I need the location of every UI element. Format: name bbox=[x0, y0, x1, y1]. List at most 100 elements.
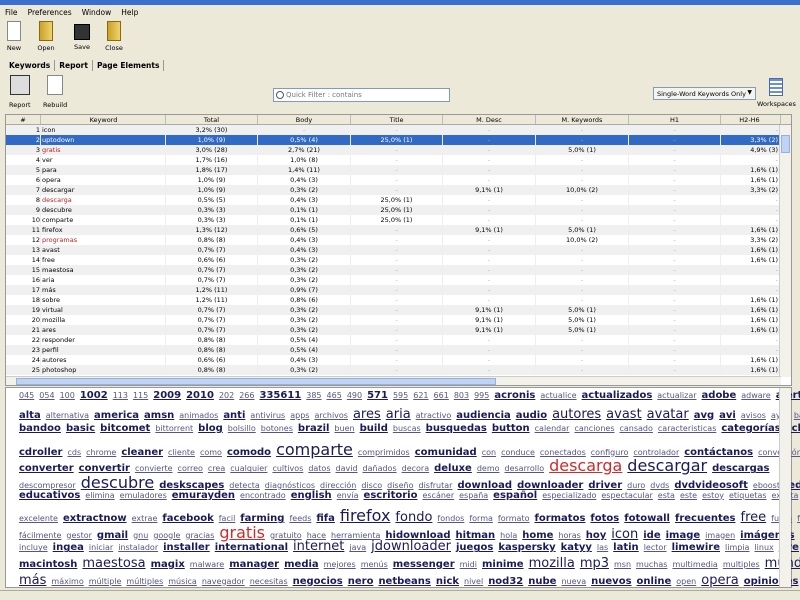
cloud-keyword[interactable]: adware bbox=[741, 391, 770, 400]
cloud-keyword[interactable]: cleaner bbox=[121, 447, 163, 458]
cloud-keyword[interactable]: netbeans bbox=[378, 576, 430, 587]
scroll-thumb[interactable] bbox=[781, 135, 790, 153]
cloud-keyword[interactable]: 571 bbox=[367, 390, 388, 401]
cloud-keyword[interactable]: blog bbox=[198, 423, 223, 434]
cloud-keyword[interactable]: 054 bbox=[39, 391, 54, 400]
cloud-keyword[interactable]: bandoo bbox=[19, 423, 61, 434]
cloud-keyword[interactable]: image bbox=[666, 530, 701, 541]
table-row[interactable]: 10 comparte 0,3% (3) 0,1% (1) 25,0% (1) - - - - bbox=[6, 215, 791, 225]
table-row[interactable]: 2 uptodown 1,0% (9) 0,5% (4) 25,0% (1) - - -3,3… bbox=[6, 135, 791, 145]
new-button[interactable]: New bbox=[3, 21, 25, 59]
cloud-keyword[interactable]: navegador bbox=[202, 577, 245, 586]
cloud-keyword[interactable]: formato bbox=[498, 514, 530, 523]
cloud-keyword[interactable]: acronis bbox=[494, 390, 535, 401]
cloud-keyword[interactable]: animados bbox=[179, 411, 218, 420]
table-row[interactable]: 3 gratis 3,0% (28) 2,7% (21) - -5,0% (1) -4,9%… bbox=[6, 145, 791, 155]
cloud-keyword[interactable]: comunidad bbox=[415, 447, 477, 458]
cloud-keyword[interactable]: necesitas bbox=[250, 577, 288, 586]
cloud-keyword[interactable]: comparte bbox=[276, 440, 353, 459]
table-row[interactable]: 18 sobre 1,2% (11) 0,8% (6) - - - -1,6% (1) bbox=[6, 295, 791, 305]
cloud-keyword[interactable]: hola bbox=[500, 531, 517, 540]
cloud-keyword[interactable]: buscas bbox=[393, 424, 421, 433]
menu-window[interactable]: Window bbox=[82, 8, 112, 17]
cloud-keyword[interactable]: actualizados bbox=[582, 390, 653, 401]
cloud-keyword[interactable]: brazil bbox=[298, 423, 330, 434]
table-row[interactable]: 17 más 1,2% (11) 0,9% (7) - - - - - bbox=[6, 285, 791, 295]
cloud-keyword[interactable]: atractivo bbox=[416, 411, 452, 420]
cloud-keyword[interactable]: nueva bbox=[561, 577, 586, 586]
cloud-keyword[interactable]: katyy bbox=[561, 542, 592, 553]
cloud-keyword[interactable]: 621 bbox=[413, 391, 428, 400]
cloud-keyword[interactable]: 335611 bbox=[260, 390, 302, 401]
table-row[interactable]: 13 avast 0,7% (7) 0,4% (3) - - - -1,6% (1) bbox=[6, 245, 791, 255]
table-row[interactable]: 15 maestosa 0,7% (7) 0,3% (2) - - - - - bbox=[6, 265, 791, 275]
cloud-keyword[interactable]: nick bbox=[436, 576, 459, 587]
cloud-keyword[interactable]: nod32 bbox=[488, 576, 523, 587]
cloud-keyword[interactable]: audiencia bbox=[456, 410, 510, 421]
cloud-keyword[interactable]: negocios bbox=[293, 576, 343, 587]
cloud-keyword[interactable]: minime bbox=[482, 559, 524, 570]
table-row[interactable]: 24 autores 0,6% (6) 0,4% (3) - - - -1,6% (1) bbox=[6, 355, 791, 365]
cloud-keyword[interactable]: 266 bbox=[239, 391, 254, 400]
cloud-keyword[interactable]: apps bbox=[290, 411, 309, 420]
cloud-keyword[interactable]: avg bbox=[694, 410, 714, 421]
table-row[interactable]: 9 descubre 0,3% (3) 0,1% (1) 25,0% (1) - - - - bbox=[6, 205, 791, 215]
cloud-keyword[interactable]: instalador bbox=[118, 543, 158, 552]
cloud-keyword[interactable]: fondo bbox=[395, 510, 432, 525]
cloud-keyword[interactable]: conduce bbox=[501, 448, 535, 457]
cloud-keyword[interactable]: 202 bbox=[219, 391, 234, 400]
report-button[interactable]: Report bbox=[9, 75, 31, 109]
cloud-keyword[interactable]: multiples bbox=[723, 560, 760, 569]
cloud-keyword[interactable]: 113 bbox=[113, 391, 128, 400]
cloud-keyword[interactable]: limewire bbox=[672, 542, 720, 553]
cloud-keyword[interactable]: gratis bbox=[219, 523, 265, 542]
cloud-keyword[interactable]: linux bbox=[754, 543, 773, 552]
cloud-keyword[interactable]: home bbox=[522, 530, 553, 541]
cloud-keyword[interactable]: aria bbox=[386, 407, 411, 422]
cloud-keyword[interactable]: encontrado bbox=[240, 491, 286, 500]
cloud-keyword[interactable]: escáner bbox=[422, 491, 454, 500]
cloud-keyword[interactable]: installer bbox=[163, 542, 210, 553]
table-row[interactable]: 7 descargar 1,0% (9) 0,3% (2) -9,1% (1) 10,0%… bbox=[6, 185, 791, 195]
vertical-scrollbar[interactable] bbox=[779, 125, 791, 377]
cloud-keyword[interactable]: maestosa bbox=[82, 556, 145, 571]
cloud-keyword[interactable]: extractnow bbox=[63, 513, 127, 524]
cloud-keyword[interactable]: incluye bbox=[19, 543, 48, 552]
cloud-keyword[interactable]: ingea bbox=[53, 542, 84, 553]
column-header[interactable]: M. Keywords bbox=[536, 115, 629, 124]
column-header[interactable]: H1 bbox=[629, 115, 721, 124]
cloud-keyword[interactable]: bajar bbox=[794, 411, 800, 420]
cloud-keyword[interactable]: extrae bbox=[132, 514, 158, 523]
cloud-keyword[interactable]: 803 bbox=[454, 391, 469, 400]
tab-report[interactable]: Report bbox=[55, 60, 93, 71]
cloud-keyword[interactable]: etiquetas bbox=[729, 491, 767, 500]
column-header[interactable]: Body bbox=[258, 115, 351, 124]
cloud-keyword[interactable]: dvds bbox=[650, 481, 669, 490]
rebuild-button[interactable]: Rebuild bbox=[43, 75, 67, 109]
cloud-keyword[interactable]: 1002 bbox=[80, 390, 108, 401]
cloud-keyword[interactable]: kaspersky bbox=[498, 542, 555, 553]
cloud-keyword[interactable]: demo bbox=[477, 464, 500, 473]
cloud-keyword[interactable]: gmail bbox=[97, 530, 128, 541]
cloud-keyword[interactable]: 661 bbox=[434, 391, 449, 400]
cloud-keyword[interactable]: anti bbox=[223, 410, 245, 421]
cloud-keyword[interactable]: magix bbox=[151, 559, 185, 570]
cloud-keyword[interactable]: disfrutar bbox=[418, 481, 452, 490]
cloud-keyword[interactable]: america bbox=[94, 410, 139, 421]
column-header[interactable]: H2-H6 bbox=[721, 115, 781, 124]
cloud-keyword[interactable]: actualice bbox=[540, 391, 576, 400]
cloud-keyword[interactable]: midi bbox=[460, 560, 477, 569]
cloud-keyword[interactable]: escritorio bbox=[364, 490, 418, 501]
cloud-keyword[interactable]: avast bbox=[606, 407, 642, 422]
cloud-keyword[interactable]: imagen bbox=[705, 531, 735, 540]
cloud-keyword[interactable]: cds bbox=[67, 448, 81, 457]
cloud-keyword[interactable]: chrome bbox=[86, 448, 116, 457]
cloud-keyword[interactable]: bittorrent bbox=[155, 424, 193, 433]
cloud-keyword[interactable]: 2009 bbox=[153, 390, 181, 401]
cloud-keyword[interactable]: autores bbox=[552, 407, 601, 422]
cloud-keyword[interactable]: build bbox=[360, 423, 388, 434]
cloud-keyword[interactable]: facebook bbox=[162, 513, 213, 524]
open-button[interactable]: Open bbox=[31, 21, 61, 59]
cloud-keyword[interactable]: google bbox=[153, 531, 180, 540]
cloud-keyword[interactable]: botones bbox=[261, 424, 293, 433]
